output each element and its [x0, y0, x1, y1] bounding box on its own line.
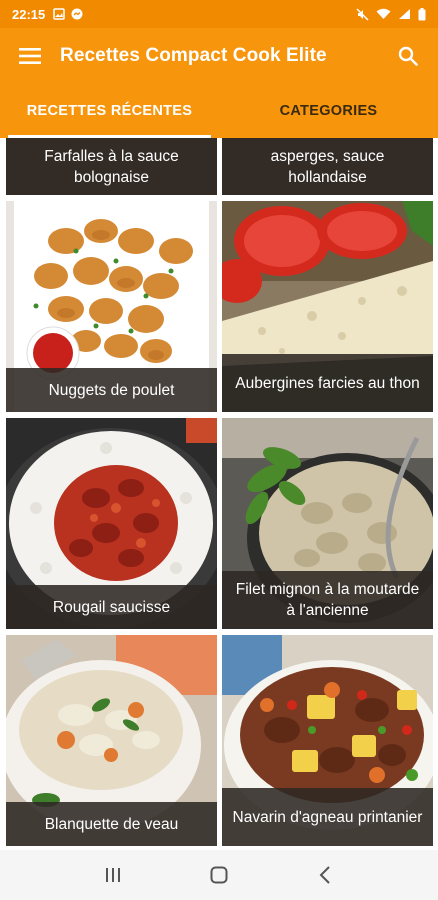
home-icon: [210, 866, 228, 884]
app-title: Recettes Compact Cook Elite: [60, 45, 327, 66]
recipe-card-filet-mignon[interactable]: Filet mignon à la moutarde à l'ancienne: [222, 418, 433, 629]
battery-icon: [418, 7, 426, 20]
menu-button[interactable]: [0, 28, 60, 84]
recipe-title: Navarin d'agneau printanier: [222, 788, 433, 846]
recipe-title: Filet mignon à la moutarde à l'ancienne: [222, 571, 433, 629]
recipe-title: Farfalles à la sauce bolognaise: [6, 138, 217, 195]
back-button[interactable]: [305, 855, 345, 895]
recipe-card-aubergines[interactable]: Aubergines farcies au thon: [222, 201, 433, 412]
recent-apps-icon: [106, 868, 120, 882]
app-bar: Recettes Compact Cook Elite: [0, 28, 438, 84]
recipe-title: asperges, sauce hollandaise: [222, 138, 433, 195]
tab-recent-recipes[interactable]: RECETTES RÉCENTES: [0, 84, 219, 138]
recipe-title: Blanquette de veau: [6, 802, 217, 846]
status-bar: 22:15: [0, 0, 438, 28]
back-icon: [319, 866, 330, 884]
recipe-card-asperges[interactable]: asperges, sauce hollandaise: [222, 138, 433, 195]
search-button[interactable]: [378, 28, 438, 84]
tab-bar: RECETTES RÉCENTES CATEGORIES: [0, 84, 438, 138]
gallery-icon: [53, 8, 65, 20]
status-notification-icons: [53, 8, 83, 20]
system-navigation-bar: [0, 850, 438, 900]
recipe-grid: Farfalles à la sauce bolognaise asperges…: [0, 138, 438, 850]
recent-apps-button[interactable]: [93, 855, 133, 895]
mute-icon: [356, 7, 369, 21]
recipe-card-blanquette[interactable]: Blanquette de veau: [6, 635, 217, 846]
search-icon: [398, 46, 418, 66]
tab-categories[interactable]: CATEGORIES: [219, 84, 438, 138]
messenger-icon: [71, 8, 83, 20]
recipe-card-farfalles[interactable]: Farfalles à la sauce bolognaise: [6, 138, 217, 195]
recipe-title: Rougail saucisse: [6, 585, 217, 629]
signal-icon: [399, 9, 410, 19]
recipe-card-nuggets[interactable]: Nuggets de poulet: [6, 201, 217, 412]
recipe-card-navarin[interactable]: Navarin d'agneau printanier: [222, 635, 433, 846]
recipe-card-rougail[interactable]: Rougail saucisse: [6, 418, 217, 629]
recipe-title: Nuggets de poulet: [6, 368, 217, 412]
wifi-icon: [376, 8, 391, 19]
home-button[interactable]: [199, 855, 239, 895]
status-time: 22:15: [12, 6, 46, 22]
status-system-icons: [356, 7, 426, 21]
recipe-title: Aubergines farcies au thon: [222, 354, 433, 412]
hamburger-menu-icon: [19, 48, 41, 64]
